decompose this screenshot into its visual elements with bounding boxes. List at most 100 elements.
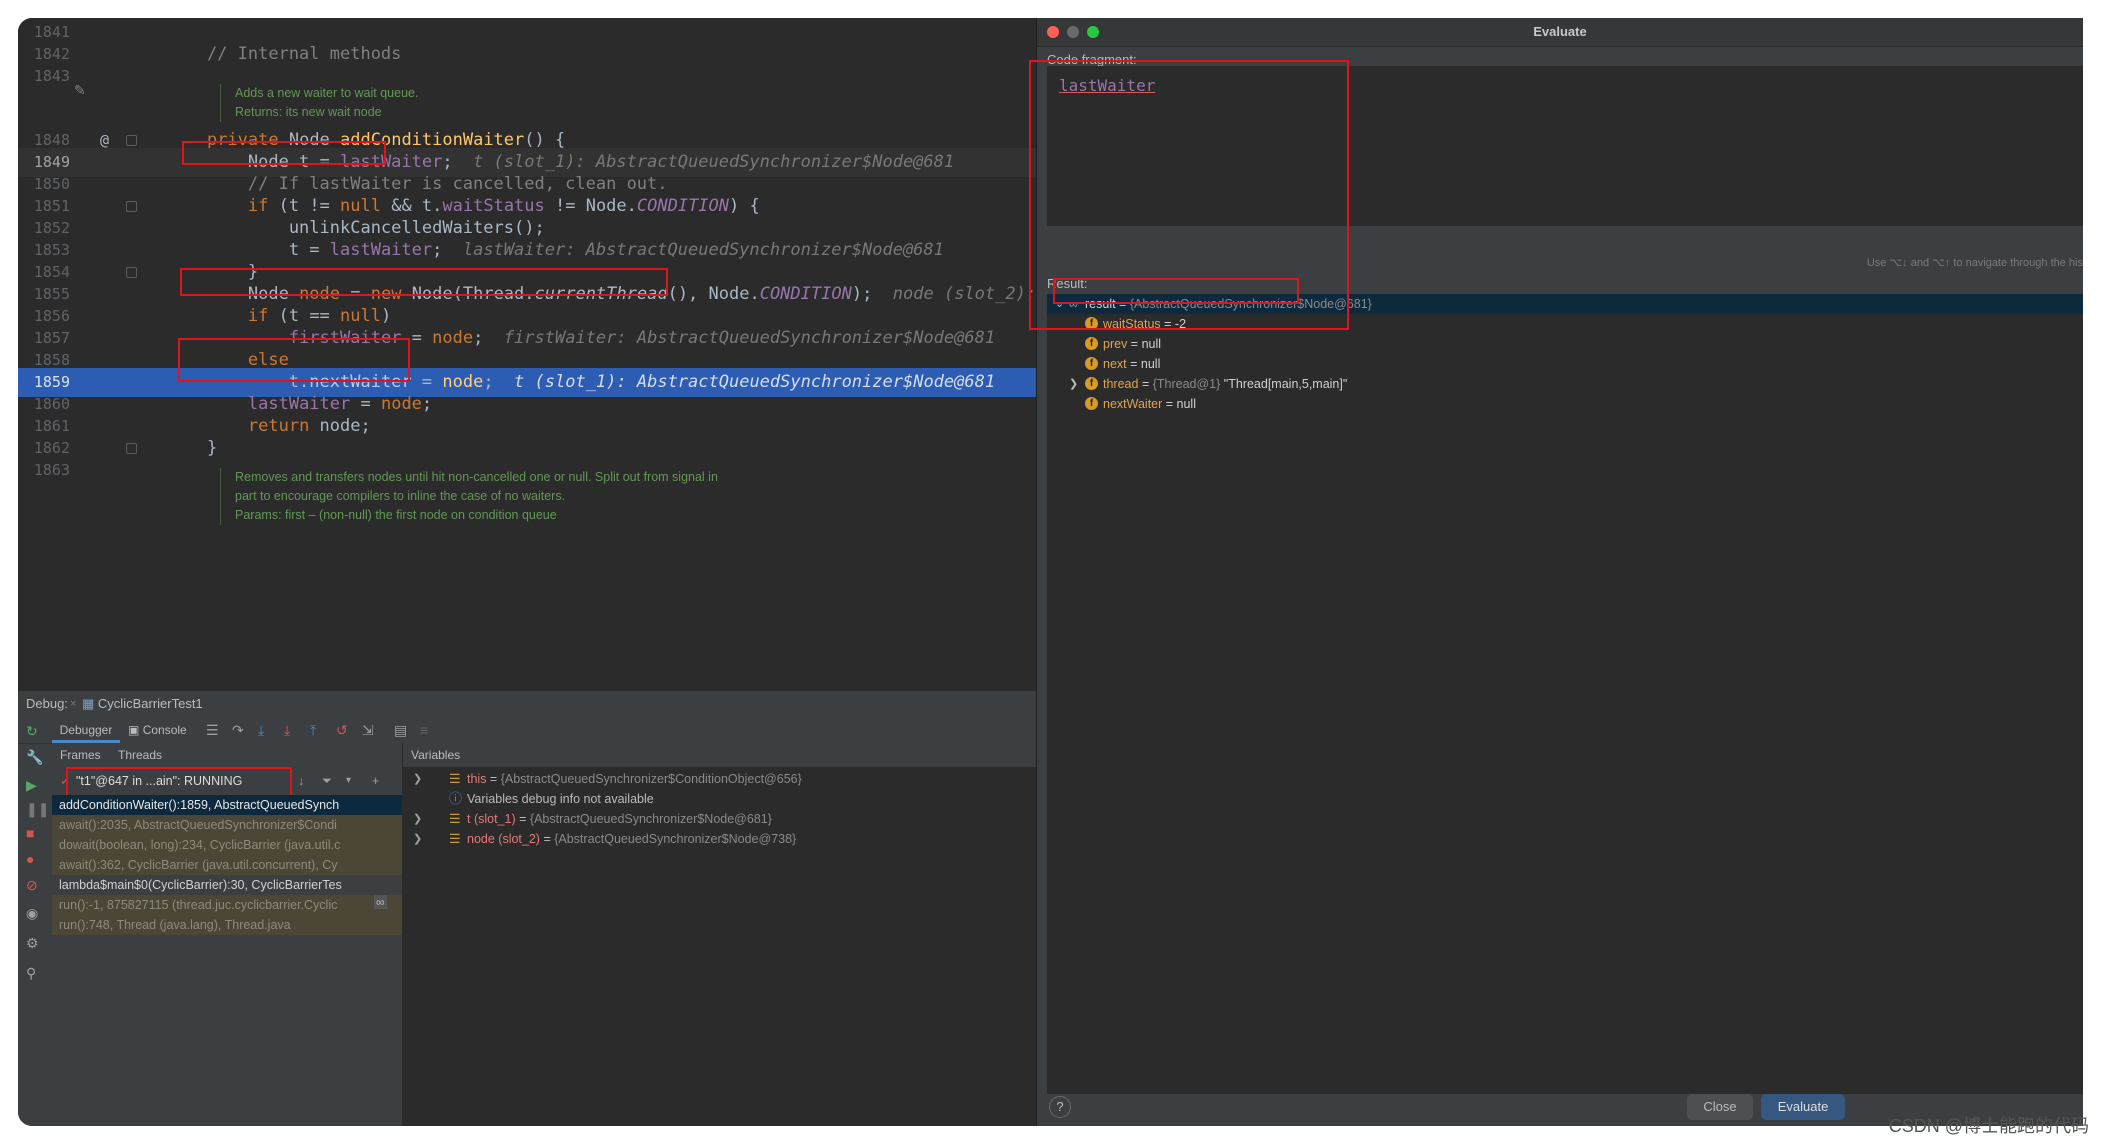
gear-icon[interactable]: ⚙ [26, 935, 39, 952]
stack-frame[interactable]: await():362, CyclicBarrier (java.util.co… [52, 855, 402, 875]
evaluate-button[interactable]: Evaluate [1761, 1094, 1845, 1120]
subtab-threads[interactable]: Threads [118, 743, 162, 767]
tab-console[interactable]: ▣ Console [128, 717, 198, 743]
stack-frame[interactable]: addConditionWaiter():1859, AbstractQueue… [52, 795, 402, 815]
chevron-right-icon[interactable]: ❯ [413, 769, 422, 789]
step-into-icon[interactable]: ⤓ [258, 722, 264, 739]
result-field-prev[interactable]: f prev = null [1047, 334, 2083, 354]
dialog-title: Evaluate [1533, 24, 1587, 39]
pause-icon[interactable]: ❚❚ [26, 801, 49, 818]
variables-title: Variables [403, 743, 1054, 767]
result-field-next[interactable]: f next = null [1047, 354, 2083, 374]
field-text: prev = null [1103, 337, 1162, 351]
chevron-down-icon[interactable]: ▾ [346, 769, 351, 793]
variable-row[interactable]: ❯ ☰ this = {AbstractQueuedSynchronizer$Con… [403, 769, 1054, 789]
evaluate-icon[interactable]: ▤ [394, 722, 407, 739]
result-value: {AbstractQueuedSynchronizer$Node@681} [1129, 297, 1372, 311]
session-tab[interactable]: ▦ CyclicBarrierTest1 [82, 691, 203, 717]
add-icon[interactable]: + [372, 769, 379, 793]
field-list-icon: ☰ [449, 831, 461, 846]
force-step-into-icon[interactable]: ⤓ [284, 722, 290, 739]
inline-debug-value: t (slot_1): AbstractQueuedSynchronizer$N… [473, 152, 955, 172]
list-icon[interactable]: ☰ [206, 722, 219, 739]
result-root-text: result = {AbstractQueuedSynchronizer$Nod… [1085, 294, 1372, 314]
field-list-icon: ☰ [449, 811, 461, 826]
chevron-right-icon[interactable]: ❯ [413, 829, 422, 849]
down-arrow-icon[interactable]: ↓ [298, 769, 304, 793]
code-fragment-editor[interactable]: lastWaiter [1047, 66, 2083, 226]
fold-icon[interactable] [126, 201, 137, 212]
help-button[interactable]: ? [1049, 1096, 1071, 1118]
result-field-nextWaiter[interactable]: f nextWaiter = null [1047, 394, 2083, 414]
tab-debugger[interactable]: Debugger [52, 717, 120, 743]
stop-icon[interactable]: ■ [26, 825, 34, 841]
field-text: nextWaiter = null [1103, 397, 1196, 411]
close-window-icon[interactable] [1047, 26, 1059, 38]
drop-frame-icon[interactable]: ↺ [336, 722, 348, 739]
navigation-hint: Use ⌥↓ and ⌥↑ to navigate through the hi… [1866, 257, 2083, 269]
stack-frame[interactable]: run():-1, 875827115 (thread.juc.cyclicba… [52, 895, 402, 915]
camera-icon[interactable]: ◉ [26, 905, 38, 922]
pin-icon[interactable]: ⚲ [26, 965, 36, 982]
close-button[interactable]: Close [1687, 1094, 1753, 1120]
result-root-row[interactable]: ⌄ ∞ result = {AbstractQueuedSynchronizer… [1047, 294, 2083, 314]
doc-comment-add-waiter: Adds a new waiter to wait queue. Returns… [220, 84, 1035, 122]
chevron-right-icon[interactable]: ❯ [413, 809, 422, 829]
result-tree[interactable]: ⌄ ∞ result = {AbstractQueuedSynchronizer… [1047, 294, 2083, 1094]
result-field-waitStatus[interactable]: f waitStatus = -2 [1047, 314, 2083, 334]
field-icon: f [1085, 397, 1098, 410]
rerun-icon[interactable]: ↻ [26, 723, 38, 740]
zoom-window-icon[interactable] [1087, 26, 1099, 38]
dialog-title-bar: Evaluate [1037, 18, 2083, 47]
field-text: waitStatus = -2 [1103, 317, 1187, 331]
variable-text: node (slot_2) = {AbstractQueuedSynchroni… [467, 832, 797, 846]
line-number[interactable]: 1863 [18, 456, 70, 485]
variables-pane: Variables ❯ ☰ this = {AbstractQueuedSynchr… [403, 743, 1054, 1126]
view-breakpoints-icon[interactable]: ● [26, 851, 34, 867]
code-fragment-label: Code fragment: [1047, 52, 1137, 67]
thread-selector[interactable]: ✓ "t1"@647 in ...ain": RUNNING ↓ ⏷ ▾ + [52, 769, 402, 793]
stack-frame[interactable]: run():748, Thread (java.lang), Thread.ja… [52, 915, 402, 935]
infinity-icon: ∞ [1069, 297, 1078, 311]
fold-icon[interactable] [126, 267, 137, 278]
code-editor[interactable]: 1841 1842 // Internal methods 1843 1848 @ pr… [18, 18, 1054, 690]
resume-icon[interactable]: ▶ [26, 777, 37, 794]
result-name: result [1085, 297, 1116, 311]
fold-icon[interactable] [126, 443, 137, 454]
doc-comment-transfer: Removes and transfers nodes until hit no… [220, 468, 1035, 525]
debug-label: Debug: [26, 696, 68, 711]
variable-row[interactable]: ⓘ Variables debug info not available [403, 789, 1054, 809]
stack-frame[interactable]: dowait(boolean, long):234, CyclicBarrier… [52, 835, 402, 855]
wrench-icon[interactable]: 🔧 [26, 749, 43, 766]
console-icon: ▣ [128, 723, 140, 737]
frames-pane: Frames Threads ✓ "t1"@647 in ...ain": RU… [52, 743, 403, 1126]
chevron-down-icon[interactable]: ⌄ [1055, 294, 1064, 314]
frames-subtabs: Frames Threads [52, 743, 402, 767]
subtab-frames[interactable]: Frames [60, 743, 101, 767]
doc-line: Removes and transfers nodes until hit no… [235, 470, 718, 484]
session-name: CyclicBarrierTest1 [97, 696, 203, 711]
session-close-icon[interactable]: × [70, 691, 76, 717]
code-fragment-text: lastWaiter [1059, 76, 1156, 95]
trace-icon[interactable]: ≡ [420, 722, 428, 738]
result-field-thread[interactable]: ❯ f thread = {Thread@1} "Thread[main,5,mai… [1047, 374, 2083, 394]
variable-text: t (slot_1) = {AbstractQueuedSynchronizer… [467, 812, 772, 826]
step-out-icon[interactable]: ⤒ [310, 722, 316, 739]
infinity-icon[interactable]: ∞ [374, 895, 387, 909]
stack-frame[interactable]: await():2035, AbstractQueuedSynchronizer… [52, 815, 402, 835]
thread-label: "t1"@647 in ...ain": RUNNING [76, 774, 243, 788]
variable-row[interactable]: ❯ ☰ node (slot_2) = {AbstractQueuedSynchro… [403, 829, 1054, 849]
minimize-window-icon[interactable] [1067, 26, 1079, 38]
debug-title-bar: Debug: × ▦ CyclicBarrierTest1 [18, 691, 1054, 717]
stack-frame[interactable]: lambda$main$0(CyclicBarrier):30, CyclicB… [52, 875, 402, 895]
step-over-icon[interactable]: ↷ [232, 722, 244, 739]
line-number[interactable]: 1843 [18, 62, 70, 91]
fold-icon[interactable] [126, 135, 137, 146]
chevron-right-icon[interactable]: ❯ [1069, 374, 1078, 394]
check-icon: ✓ [60, 774, 71, 788]
variable-row[interactable]: ❯ ☰ t (slot_1) = {AbstractQueuedSynchroniz… [403, 809, 1054, 829]
run-to-cursor-icon[interactable]: ⇲ [362, 722, 374, 739]
mute-breakpoints-icon[interactable]: ⊘ [26, 877, 38, 894]
filter-icon[interactable]: ⏷ [322, 769, 332, 793]
field-icon: f [1085, 377, 1098, 390]
